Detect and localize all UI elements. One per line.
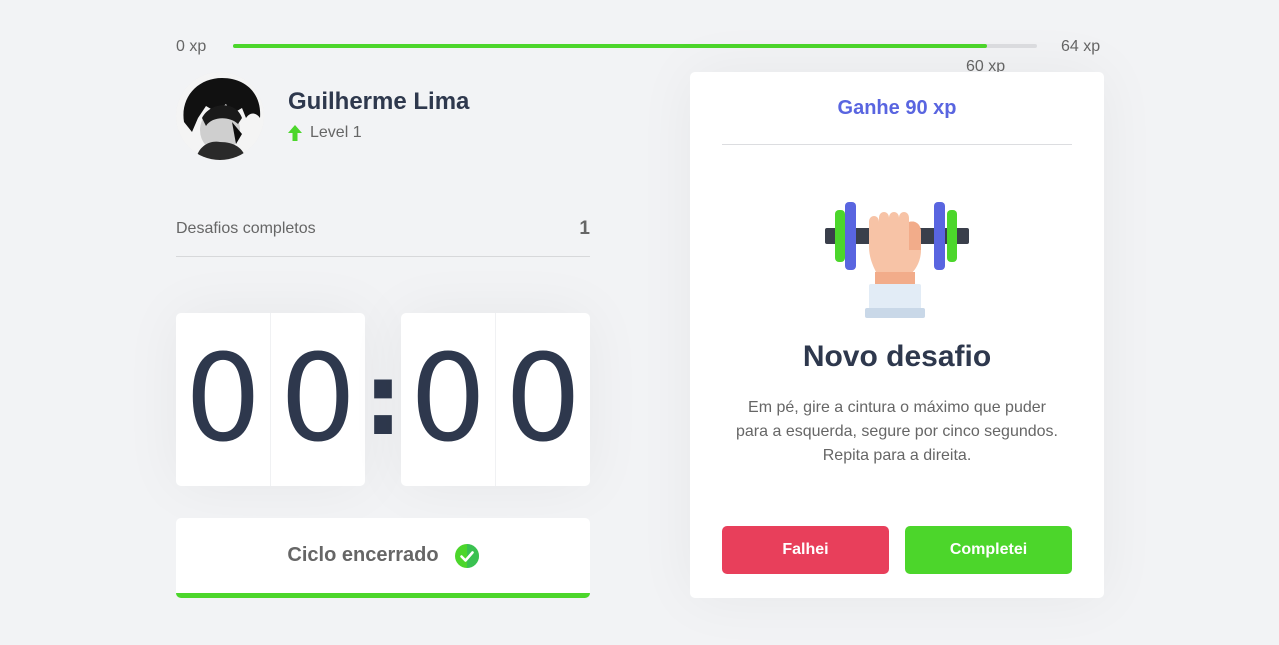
xp-progress-fill (233, 44, 987, 48)
completed-challenges-count: 1 (579, 218, 590, 239)
completed-challenges-label: Desafios completos (176, 220, 316, 237)
challenge-xp-header: Ganhe 90 xp (722, 72, 1072, 145)
countdown-seconds: 0 0 (401, 313, 590, 486)
body-dumbbell-icon (825, 202, 969, 318)
avatar-photo-icon (176, 72, 264, 160)
xp-min-label: 0 xp (176, 38, 207, 55)
challenge-description-line: para a esquerda, segure por cinco segund… (736, 423, 1058, 440)
completed-button[interactable]: Completei (905, 526, 1072, 574)
failed-button[interactable]: Falhei (722, 526, 889, 574)
user-level: Level 1 (288, 124, 362, 142)
avatar (176, 72, 264, 160)
cycle-finished-button[interactable]: Ciclo encerrado (176, 518, 590, 598)
countdown-separator: : (363, 341, 403, 458)
xp-max-label: 64 xp (1061, 38, 1101, 55)
completed-challenges: Desafios completos 1 (176, 212, 590, 257)
challenge-description: Em pé, gire a cintura o máximo que puder… (722, 396, 1072, 468)
countdown-minutes: 0 0 (176, 313, 365, 486)
challenge-card: Ganhe 90 xp Novo desafio Em pé, gire a c… (690, 72, 1104, 598)
challenge-description-line: Em pé, gire a cintura o máximo que puder (748, 399, 1046, 416)
countdown-second-ones: 0 (495, 313, 590, 486)
cycle-finished-label: Ciclo encerrado (287, 544, 439, 566)
challenge-title: Novo desafio (802, 340, 992, 373)
user-name: Guilherme Lima (288, 88, 470, 115)
check-circle-icon (454, 543, 479, 568)
countdown-second-tens: 0 (409, 330, 487, 469)
countdown-minute-ones: 0 (270, 313, 365, 486)
user-level-label: Level 1 (310, 124, 362, 141)
countdown-minute-tens: 0 (184, 330, 262, 469)
level-up-arrow-icon (288, 125, 302, 141)
xp-progress-bar (233, 44, 1037, 48)
challenge-description-line: Repita para a direita. (822, 447, 972, 464)
